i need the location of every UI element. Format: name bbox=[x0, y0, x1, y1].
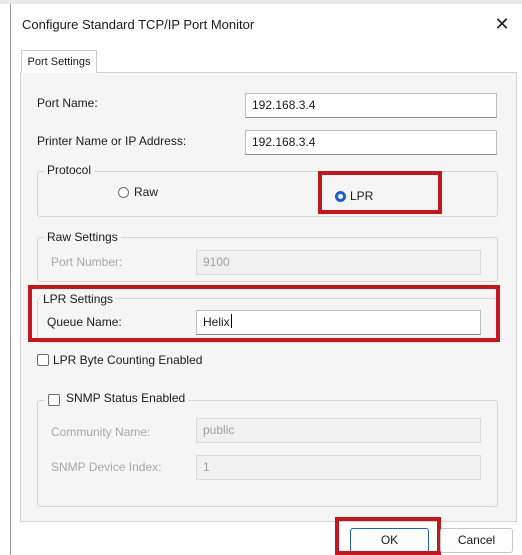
raw-radio-label[interactable]: Raw bbox=[134, 185, 158, 199]
port-name-label: Port Name: bbox=[37, 96, 98, 110]
dialog-title: Configure Standard TCP/IP Port Monitor bbox=[22, 17, 255, 32]
snmp-device-index-label: SNMP Device Index: bbox=[51, 460, 162, 474]
printer-address-input[interactable]: 192.168.3.4 bbox=[245, 130, 497, 155]
protocol-group bbox=[37, 171, 498, 217]
tab-port-settings[interactable]: Port Settings bbox=[21, 50, 97, 73]
snmp-enabled-label[interactable]: SNMP Status Enabled bbox=[44, 391, 189, 405]
snmp-group bbox=[37, 400, 498, 507]
cancel-button[interactable]: Cancel bbox=[440, 528, 513, 553]
lpr-radio[interactable] bbox=[335, 191, 346, 202]
community-name-input: public bbox=[196, 418, 481, 443]
raw-settings-legend: Raw Settings bbox=[44, 230, 121, 244]
byte-counting-label[interactable]: LPR Byte Counting Enabled bbox=[53, 353, 202, 367]
queue-name-input[interactable]: Helix bbox=[196, 310, 481, 335]
raw-radio[interactable] bbox=[118, 187, 129, 198]
protocol-legend: Protocol bbox=[44, 163, 95, 177]
community-name-label: Community Name: bbox=[51, 425, 151, 439]
snmp-enabled-checkbox[interactable] bbox=[48, 394, 60, 406]
byte-counting-checkbox[interactable] bbox=[37, 354, 49, 366]
ok-button[interactable]: OK bbox=[350, 528, 429, 553]
window-top-edge bbox=[0, 0, 522, 4]
snmp-device-index-input: 1 bbox=[196, 455, 481, 480]
lpr-settings-legend: LPR Settings bbox=[40, 292, 117, 306]
lpr-radio-label[interactable]: LPR bbox=[350, 189, 373, 203]
window-left-border bbox=[10, 4, 11, 555]
printer-address-label: Printer Name or IP Address: bbox=[37, 134, 187, 148]
port-name-input[interactable]: 192.168.3.4 bbox=[245, 93, 497, 118]
port-number-input: 9100 bbox=[196, 250, 481, 275]
close-icon[interactable]: ✕ bbox=[490, 12, 514, 36]
queue-name-label: Queue Name: bbox=[47, 315, 122, 329]
port-number-label: Port Number: bbox=[51, 255, 123, 269]
queue-name-value: Helix bbox=[203, 315, 230, 329]
text-caret bbox=[230, 314, 232, 328]
